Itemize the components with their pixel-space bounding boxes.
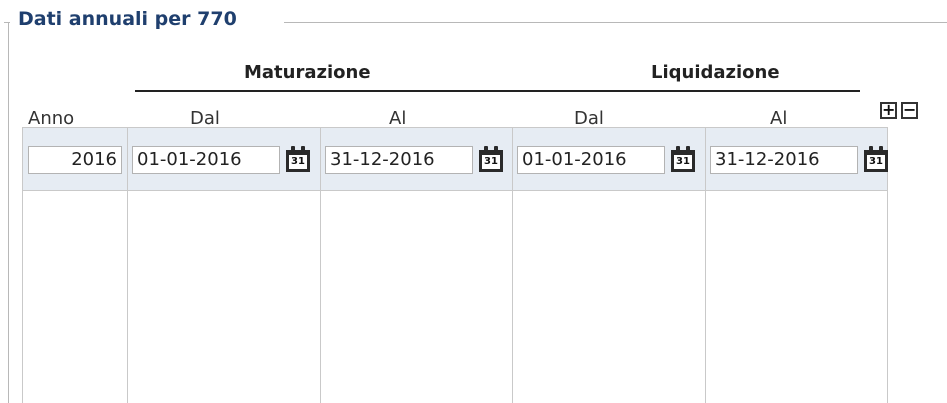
column-divider bbox=[705, 128, 706, 403]
anno-input[interactable]: 2016 bbox=[28, 146, 122, 174]
fieldset-legend: Dati annuali per 770 bbox=[14, 8, 241, 30]
liquidazione-al-input[interactable]: 31-12-2016 bbox=[710, 146, 858, 174]
group-header-maturazione: Maturazione bbox=[244, 62, 371, 83]
calendar-icon-day: 31 bbox=[482, 155, 500, 169]
group-rule-liquidazione bbox=[508, 90, 860, 92]
annual-data-grid: 2016 01-01-2016 31 31-12-2016 31 01-01-2… bbox=[22, 127, 888, 403]
liquidazione-dal-input[interactable]: 01-01-2016 bbox=[517, 146, 665, 174]
add-row-button[interactable]: + bbox=[880, 102, 897, 119]
column-divider bbox=[320, 128, 321, 403]
maturazione-dal-input[interactable]: 01-01-2016 bbox=[132, 146, 280, 174]
calendar-icon-day: 31 bbox=[674, 155, 692, 169]
column-header-maturazione-al: Al bbox=[389, 108, 407, 129]
fieldset-border-left bbox=[8, 22, 9, 403]
calendar-icon-day: 31 bbox=[289, 155, 307, 169]
column-header-maturazione-dal: Dal bbox=[190, 108, 220, 129]
column-header-liquidazione-dal: Dal bbox=[574, 108, 604, 129]
remove-row-button[interactable]: − bbox=[901, 102, 918, 119]
group-header-liquidazione: Liquidazione bbox=[651, 62, 780, 83]
group-rule-maturazione bbox=[135, 90, 508, 92]
calendar-icon[interactable]: 31 bbox=[864, 146, 888, 172]
fieldset-border-dash bbox=[4, 22, 10, 23]
column-divider bbox=[127, 128, 128, 403]
column-header-anno: Anno bbox=[28, 108, 75, 129]
column-divider bbox=[512, 128, 513, 403]
maturazione-al-input[interactable]: 31-12-2016 bbox=[325, 146, 473, 174]
calendar-icon[interactable]: 31 bbox=[671, 146, 695, 172]
calendar-icon-day: 31 bbox=[867, 155, 885, 169]
calendar-icon[interactable]: 31 bbox=[479, 146, 503, 172]
fieldset-border-top bbox=[284, 22, 947, 23]
calendar-icon[interactable]: 31 bbox=[286, 146, 310, 172]
column-header-liquidazione-al: Al bbox=[770, 108, 788, 129]
